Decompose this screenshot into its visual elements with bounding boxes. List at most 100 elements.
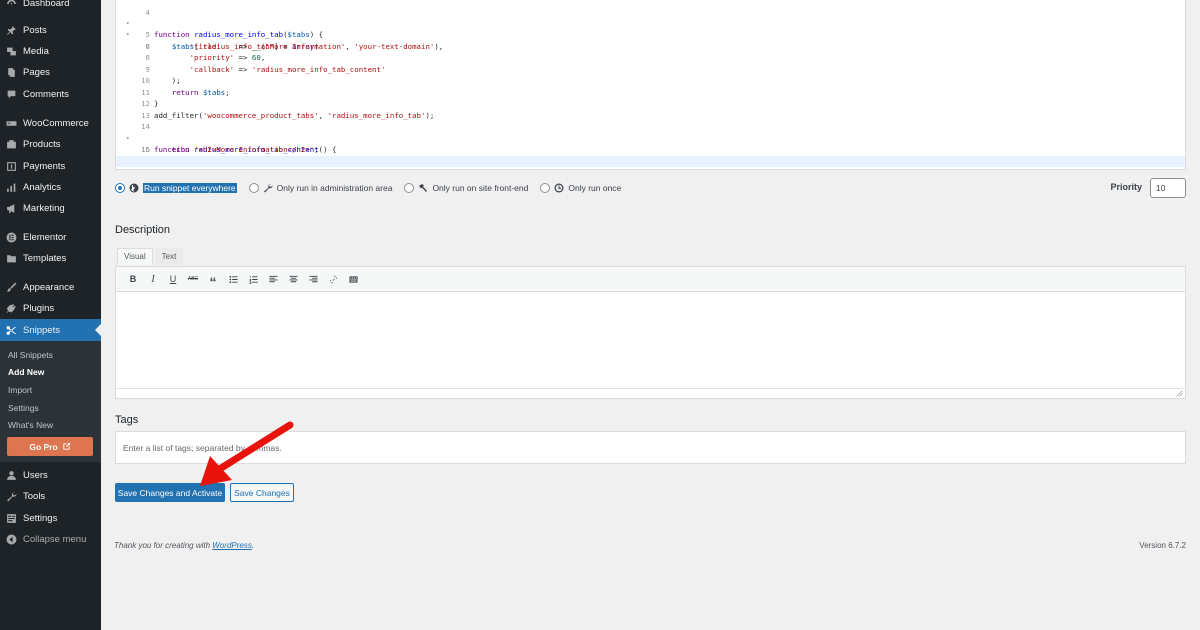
sidebar-item-woocommerce[interactable]: WooCommerce — [0, 113, 101, 133]
code-line: 7 'title' => __('More Information', 'you… — [145, 41, 444, 51]
sidebar-item-label: WooCommerce — [23, 117, 89, 129]
footer-version: Version 6.7.2 — [1139, 541, 1186, 550]
sidebar-item-plugins[interactable]: Plugins — [0, 298, 101, 318]
sidebar-item-tools[interactable]: Tools — [0, 486, 101, 506]
toolbar-toggle-button[interactable] — [343, 270, 363, 288]
strikethrough-button[interactable]: ABC — [183, 270, 203, 288]
sidebar-item-label: Analytics — [23, 181, 62, 193]
pages-icon — [6, 67, 17, 78]
sidebar-item-pages[interactable]: Pages — [0, 62, 101, 82]
code-line: ▾ 5 function radius_more_info_tab($tabs) … — [126, 19, 324, 40]
footer-thanks-prefix: Thank you for creating with — [114, 541, 213, 550]
align-right-button[interactable] — [303, 270, 323, 288]
sidebar-item-appearance[interactable]: Appearance — [0, 277, 101, 297]
pin-icon — [6, 25, 17, 36]
resize-handle-icon[interactable] — [1176, 390, 1183, 397]
footer-thanks-suffix: . — [251, 541, 255, 550]
admin-sidebar: Dashboard Posts Media Pages Comments Woo… — [0, 0, 101, 630]
code-editor[interactable]: 4 ▾ 5 function radius_more_info_tab($tabs… — [115, 0, 1186, 170]
sidebar-item-settings[interactable]: Settings — [0, 508, 101, 528]
align-center-button[interactable] — [283, 270, 303, 288]
submenu-import[interactable]: Import — [8, 385, 32, 395]
sidebar-item-label: Payments — [23, 160, 66, 172]
description-editor[interactable] — [115, 292, 1186, 399]
sidebar-item-label: Plugins — [23, 302, 55, 314]
globe-icon — [129, 183, 139, 193]
collapse-menu-button[interactable]: Collapse menu — [0, 529, 101, 549]
blockquote-button[interactable]: “ — [203, 270, 223, 290]
scope-radio[interactable] — [248, 183, 259, 193]
tab-text[interactable]: Text — [154, 248, 184, 265]
wrench-icon — [6, 491, 17, 502]
settings-icon — [6, 513, 17, 524]
scope-once[interactable]: Only run once — [540, 183, 621, 193]
footer-thanks: Thank you for creating with WordPress. — [114, 541, 254, 550]
products-icon — [6, 139, 17, 150]
sidebar-item-posts[interactable]: Posts — [0, 20, 101, 40]
scope-radio[interactable] — [540, 183, 551, 193]
insert-link-button[interactable] — [323, 270, 343, 288]
submenu-settings[interactable]: Settings — [8, 403, 39, 413]
sidebar-item-payments[interactable]: Payments — [0, 156, 101, 176]
tab-visual[interactable]: Visual — [117, 248, 153, 265]
sidebar-item-label: Tools — [23, 490, 46, 502]
editor-tabs: Visual Text — [117, 248, 185, 265]
bold-button[interactable]: B — [123, 270, 143, 288]
align-left-button[interactable] — [263, 270, 283, 288]
sidebar-item-products[interactable]: Products — [0, 134, 101, 154]
italic-button[interactable]: I — [143, 270, 163, 288]
bullet-list-button[interactable] — [223, 270, 243, 288]
payments-icon — [6, 161, 17, 172]
submenu-add-new[interactable]: Add New — [8, 367, 44, 377]
sidebar-item-label: Products — [23, 138, 61, 150]
media-icon — [6, 46, 17, 57]
sidebar-item-dashboard[interactable]: Dashboard — [0, 0, 101, 13]
sidebar-item-label: Templates — [23, 252, 67, 264]
align-center-icon — [288, 275, 298, 282]
submenu-all-snippets[interactable]: All Snippets — [8, 350, 53, 360]
scope-radio[interactable] — [115, 183, 125, 193]
code-line: ▾ 6 $tabs['radius_info_tab'] = array( — [126, 31, 319, 51]
sidebar-item-marketing[interactable]: Marketing — [0, 198, 101, 218]
scope-frontend[interactable]: Only run on site front-end — [404, 183, 528, 193]
tags-heading: Tags — [115, 414, 139, 426]
sidebar-item-label: Settings — [23, 512, 58, 524]
wrench-icon — [263, 183, 273, 193]
go-pro-button[interactable]: Go Pro — [7, 437, 93, 456]
sidebar-item-label: Appearance — [23, 281, 75, 293]
sidebar-item-comments[interactable]: Comments — [0, 84, 101, 104]
sidebar-item-media[interactable]: Media — [0, 41, 101, 61]
underline-button[interactable]: U — [163, 270, 183, 288]
scope-everywhere[interactable]: Run snippet everywhere — [115, 183, 237, 193]
megaphone-icon — [6, 203, 17, 214]
external-link-icon — [63, 442, 70, 450]
sidebar-item-label: Media — [23, 45, 49, 57]
sidebar-item-templates[interactable]: Templates — [0, 248, 101, 268]
priority-label: Priority — [1110, 182, 1142, 192]
wordpress-link[interactable]: WordPress — [212, 541, 252, 550]
clock-icon — [554, 183, 564, 193]
code-line: 18} — [116, 155, 1185, 169]
keyboard-icon — [348, 275, 358, 283]
align-right-icon — [308, 275, 318, 282]
scope-label: Run snippet everywhere — [143, 183, 237, 193]
align-left-icon — [268, 275, 278, 282]
scope-radio[interactable] — [404, 183, 415, 193]
sidebar-item-elementor[interactable]: Elementor — [0, 227, 101, 247]
sidebar-item-users[interactable]: Users — [0, 465, 101, 485]
submenu-whats-new[interactable]: What's New — [8, 420, 53, 430]
priority-input[interactable]: 10 — [1150, 178, 1186, 198]
sidebar-item-label: Marketing — [23, 202, 65, 214]
sidebar-item-snippets[interactable]: Snippets — [0, 319, 101, 341]
plugin-icon — [6, 303, 17, 314]
comment-icon — [6, 89, 17, 100]
dashboard-icon — [6, 0, 17, 9]
sidebar-item-label: Posts — [23, 24, 47, 36]
numbered-list-button[interactable] — [243, 270, 263, 288]
sidebar-item-analytics[interactable]: Analytics — [0, 177, 101, 197]
sidebar-item-label: Comments — [23, 88, 69, 100]
woocommerce-icon — [6, 118, 17, 129]
scope-admin[interactable]: Only run in administration area — [248, 183, 392, 193]
code-line: 8 'priority' => 60, — [145, 53, 266, 62]
sidebar-item-label: Collapse menu — [23, 533, 87, 545]
